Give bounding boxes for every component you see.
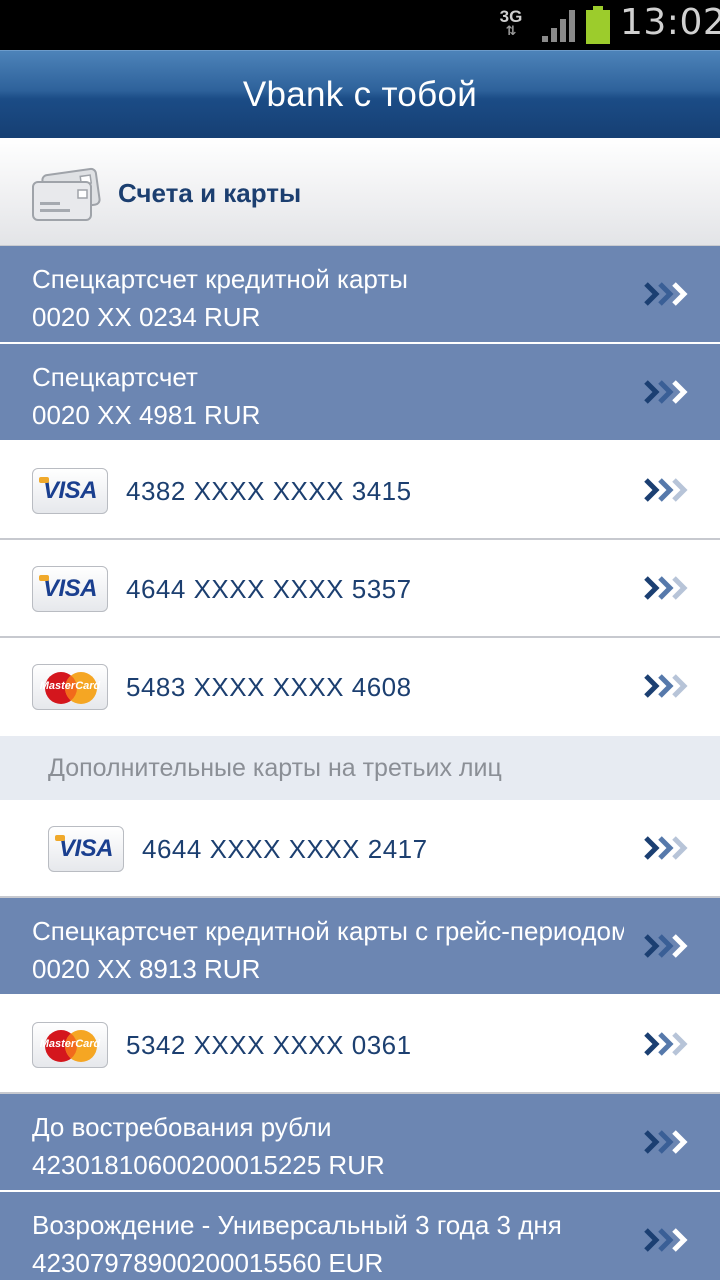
account-row[interactable]: Возрождение - Универсальный 3 года 3 дня…: [0, 1192, 720, 1280]
chevron-right-icon: [644, 1228, 688, 1252]
visa-logo: VISA: [32, 468, 108, 514]
subheader-label: Дополнительные карты на третьих лиц: [48, 754, 502, 782]
visa-logo: VISA: [48, 826, 124, 872]
card-number: 5483 XXXX XXXX 4608: [126, 672, 412, 702]
section-title: Счета и карты: [118, 178, 302, 208]
signal-icon: [542, 10, 575, 42]
mastercard-logo: MasterCard: [32, 1022, 108, 1068]
card-brand: MasterCard: [39, 1038, 101, 1050]
clock: 13:02: [620, 2, 720, 43]
third-party-cards-header: Дополнительные карты на третьих лиц: [0, 736, 720, 800]
card-row[interactable]: VISA 4644 XXXX XXXX 2417: [0, 800, 720, 898]
network-indicator: 3G ⇅: [496, 8, 526, 37]
account-number: 42301810600200015225 RUR: [32, 1150, 385, 1180]
account-name: Спецкартсчет: [32, 362, 198, 392]
visa-accent: [39, 575, 49, 581]
app-title: Vbank с тобой: [242, 75, 478, 114]
account-row[interactable]: Спецкартсчет кредитной карты с грейс-пер…: [0, 898, 720, 996]
data-transfer-icon: ⇅: [505, 23, 517, 38]
account-row[interactable]: Спецкартсчет кредитной карты 0020 XX 023…: [0, 246, 720, 344]
status-bar: 3G ⇅ 13:02: [0, 0, 720, 50]
account-name: До востребования рубли: [32, 1112, 332, 1142]
card-row[interactable]: VISA 4644 XXXX XXXX 5357: [0, 540, 720, 638]
card-brand: MasterCard: [39, 680, 101, 692]
chevron-right-icon: [644, 576, 688, 600]
visa-accent: [55, 835, 65, 841]
card-row[interactable]: VISA 4382 XXXX XXXX 3415: [0, 442, 720, 540]
cards-icon: [32, 167, 101, 221]
account-number: 0020 XX 0234 RUR: [32, 302, 261, 332]
visa-logo: VISA: [32, 566, 108, 612]
account-number: 0020 XX 4981 RUR: [32, 400, 261, 430]
account-row[interactable]: До востребования рубли 42301810600200015…: [0, 1094, 720, 1192]
account-number: 0020 XX 8913 RUR: [32, 954, 261, 984]
chevron-right-icon: [644, 674, 688, 698]
card-number: 4382 XXXX XXXX 3415: [126, 476, 412, 506]
chevron-right-icon: [644, 478, 688, 502]
chevron-right-icon: [644, 836, 688, 860]
chevron-right-icon: [644, 282, 688, 306]
card-number: 4644 XXXX XXXX 5357: [126, 574, 412, 604]
account-name: Спецкартсчет кредитной карты с грейс-пер…: [32, 916, 624, 946]
card-row[interactable]: MasterCard 5483 XXXX XXXX 4608: [0, 638, 720, 736]
account-name: Спецкартсчет кредитной карты: [32, 264, 408, 294]
section-accounts-and-cards: Счета и карты: [0, 138, 720, 246]
battery-icon: [586, 6, 610, 44]
chevron-right-icon: [644, 380, 688, 404]
chevron-right-icon: [644, 1130, 688, 1154]
chevron-right-icon: [644, 1032, 688, 1056]
card-row[interactable]: MasterCard 5342 XXXX XXXX 0361: [0, 996, 720, 1094]
chevron-right-icon: [644, 934, 688, 958]
account-row[interactable]: Спецкартсчет 0020 XX 4981 RUR: [0, 344, 720, 442]
card-number: 4644 XXXX XXXX 2417: [142, 834, 428, 864]
account-number: 42307978900200015560 EUR: [32, 1248, 384, 1278]
mastercard-logo: MasterCard: [32, 664, 108, 710]
account-name: Возрождение - Универсальный 3 года 3 дня: [32, 1210, 562, 1240]
visa-accent: [39, 477, 49, 483]
app-header: Vbank с тобой: [0, 50, 720, 138]
card-number: 5342 XXXX XXXX 0361: [126, 1030, 412, 1060]
